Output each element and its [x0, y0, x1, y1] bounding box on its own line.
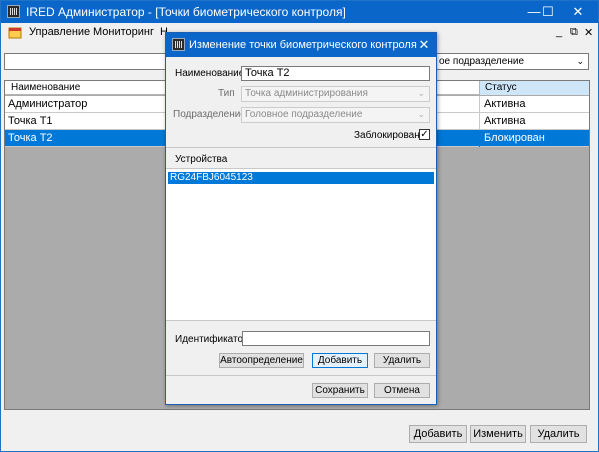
edit-point-dialog: Изменение точки биометрического контроля… [165, 32, 437, 405]
menu-monitoring[interactable]: Мониторинг [93, 26, 154, 38]
main-titlebar: IRED Администратор - [Точки биометрическ… [1, 1, 598, 23]
division-select[interactable]: Головное подразделение ⌄ [241, 107, 430, 123]
type-select[interactable]: Точка администрирования ⌄ [241, 86, 430, 102]
mdi-restore-button[interactable]: ⧉ [570, 26, 578, 39]
divider [166, 375, 436, 376]
type-value: Точка администрирования [245, 88, 368, 99]
identifier-field[interactable] [242, 331, 430, 346]
dialog-app-icon [172, 38, 185, 51]
devices-header: Устройства [166, 148, 436, 169]
column-name-header[interactable]: Наименование [11, 82, 80, 93]
filter-input[interactable] [4, 53, 170, 70]
dialog-title: Изменение точки биометрического контроля [189, 39, 417, 51]
cell-name: Точка Т1 [8, 115, 53, 127]
name-label: Наименование [175, 68, 245, 79]
cell-status: Блокирован [479, 130, 589, 147]
blocked-checkbox[interactable]: ✓ [419, 129, 430, 140]
chevron-down-icon: ⌄ [576, 56, 584, 66]
save-button[interactable]: Сохранить [312, 383, 368, 398]
name-field[interactable]: Точка Т2 [241, 66, 430, 81]
chevron-down-icon: ⌄ [417, 109, 425, 119]
mdi-child-icon[interactable] [8, 26, 22, 40]
type-label: Тип [218, 88, 235, 99]
app-icon [7, 5, 20, 18]
cell-status: Активна [479, 113, 589, 130]
division-filter-value: ое подразделение [439, 56, 524, 67]
menu-management[interactable]: Управление [29, 26, 90, 38]
devices-panel: Устройства RG24FBJ6045123 [166, 147, 436, 320]
identifier-label: Идентификатор [175, 334, 249, 345]
cell-name: Администратор [8, 98, 88, 110]
close-button[interactable]: ✕ [564, 1, 592, 23]
division-filter-select[interactable]: ое подразделение ⌄ [434, 53, 589, 70]
chevron-down-icon: ⌄ [417, 88, 425, 98]
mdi-minimize-button[interactable]: _ [556, 26, 562, 38]
dialog-close-button[interactable]: ✕ [412, 33, 436, 57]
delete-device-button[interactable]: Удалить [374, 353, 430, 368]
main-window-title: IRED Администратор - [Точки биометрическ… [26, 5, 346, 19]
autodetect-button[interactable]: Автоопределение [219, 353, 304, 368]
divider [166, 320, 436, 321]
cell-name: Точка Т2 [8, 132, 53, 144]
add-device-button[interactable]: Добавить [312, 353, 368, 368]
column-status-header[interactable]: Статус [479, 81, 589, 95]
device-list-item[interactable]: RG24FBJ6045123 [168, 172, 434, 184]
cell-status: Активна [479, 96, 589, 113]
cancel-button[interactable]: Отмена [374, 383, 430, 398]
blocked-label: Заблокирована [354, 130, 426, 141]
dialog-titlebar: Изменение точки биометрического контроля… [166, 33, 436, 57]
mdi-close-button[interactable]: ✕ [584, 26, 593, 39]
maximize-button[interactable]: ☐ [534, 1, 562, 23]
edit-button[interactable]: Изменить [470, 425, 526, 443]
add-button[interactable]: Добавить [409, 425, 467, 443]
division-value: Головное подразделение [245, 109, 363, 120]
division-label: Подразделение [173, 109, 246, 120]
delete-button[interactable]: Удалить [530, 425, 587, 443]
